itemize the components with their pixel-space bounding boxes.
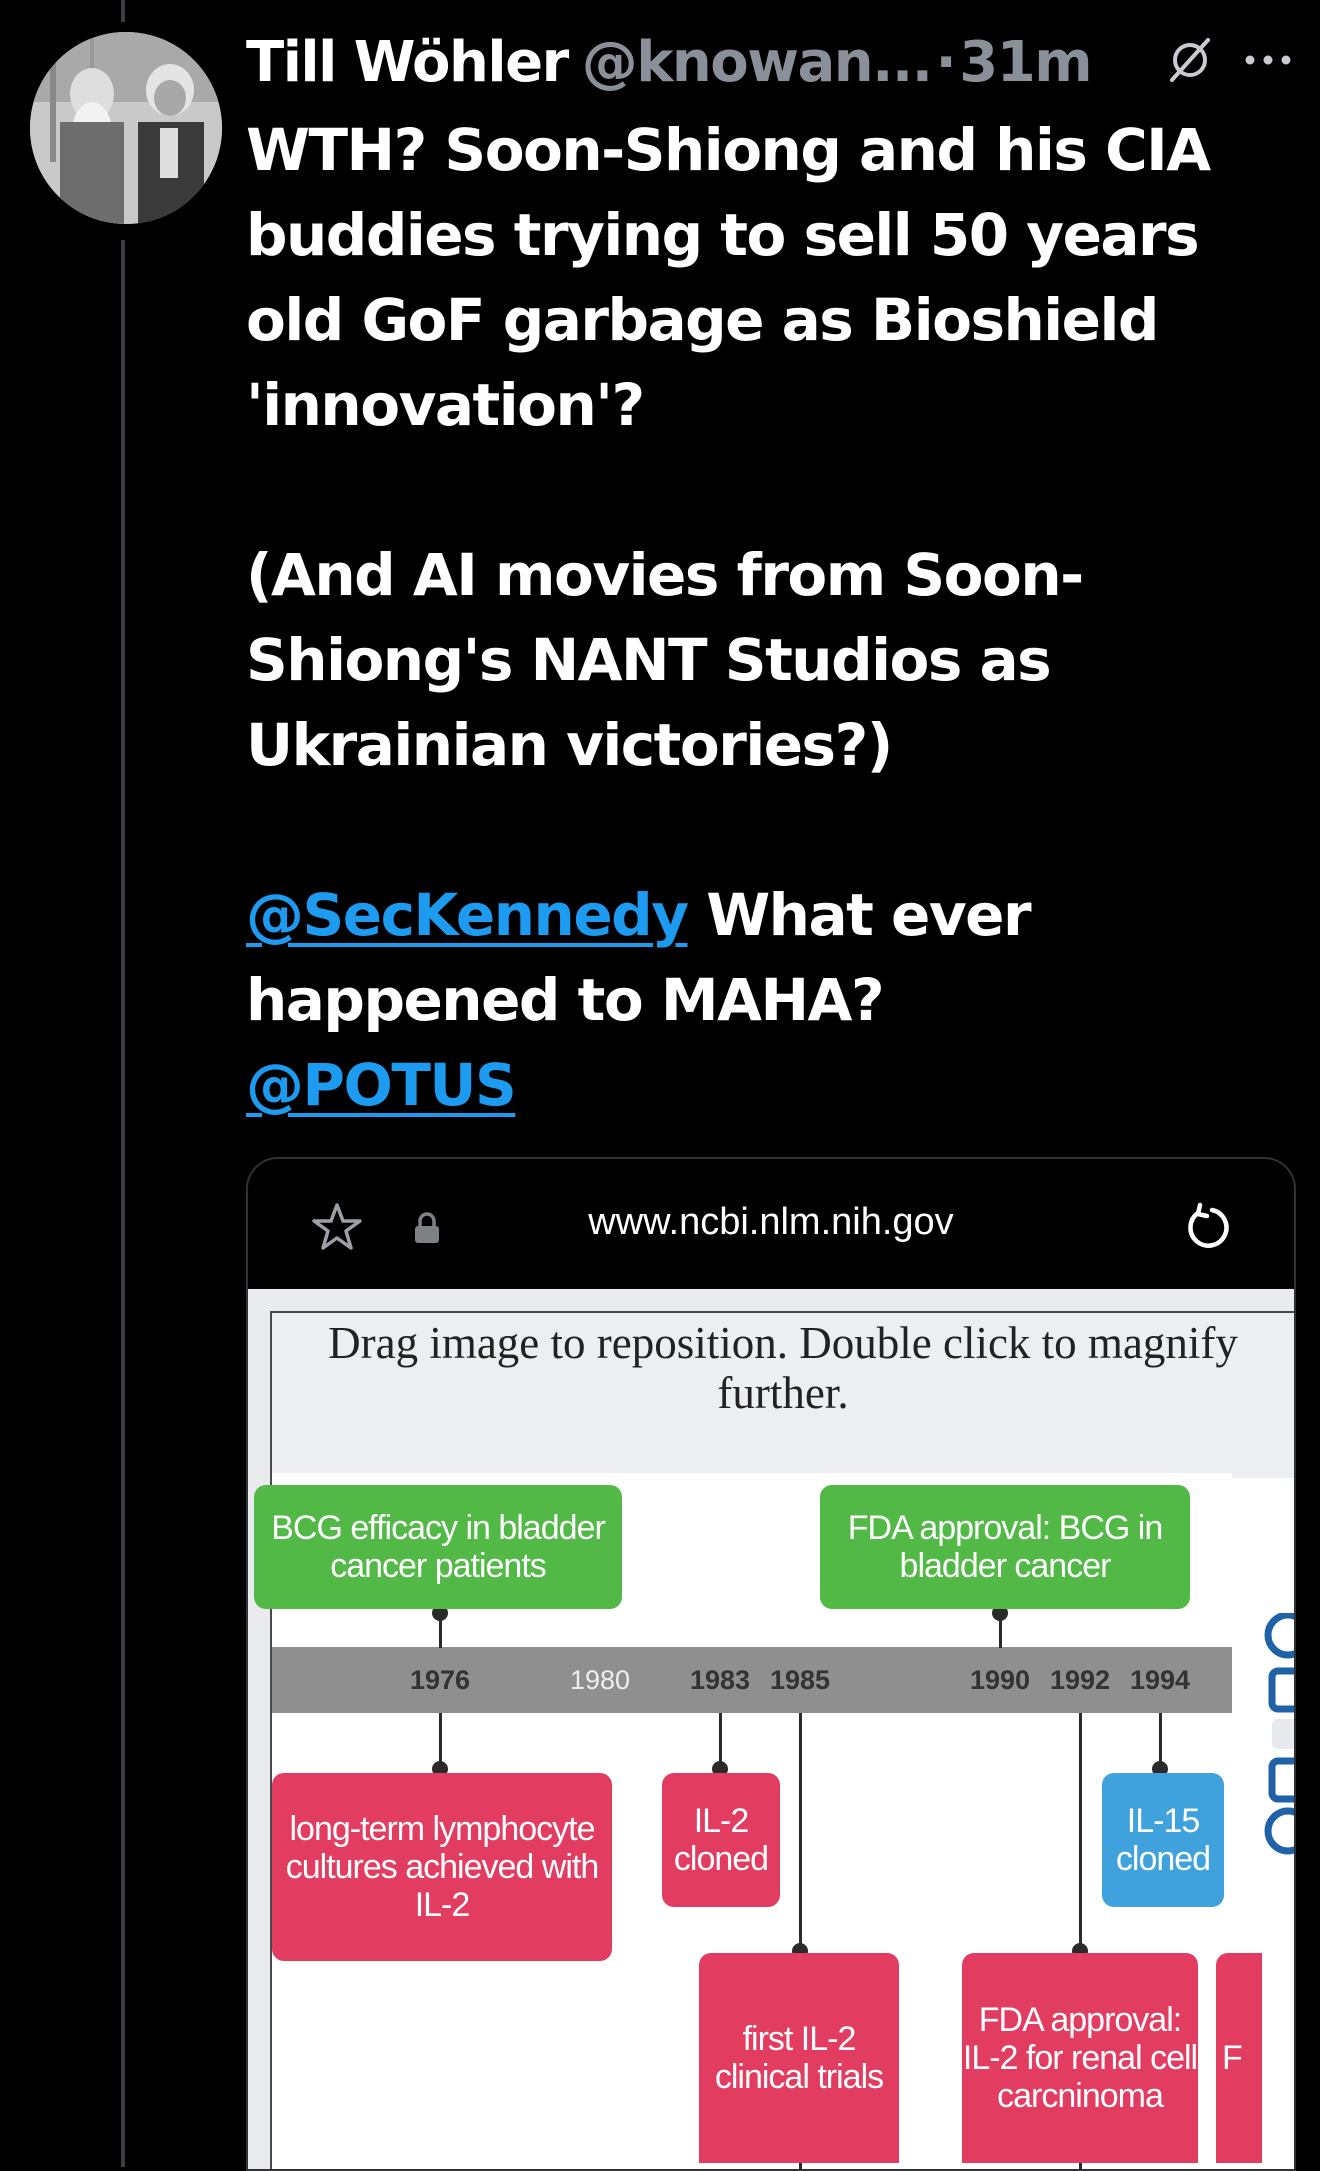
slashed-circle-icon[interactable]: [1164, 34, 1216, 86]
event-box-lymphocyte-cultures: long-term lymphocyte cultures achieved w…: [272, 1773, 612, 1961]
author-handle[interactable]: @knowan...: [582, 30, 933, 95]
event-box-il2-trials: first IL-2 clinical trials: [699, 1953, 899, 2163]
timestamp[interactable]: 31m: [959, 30, 1092, 95]
timeline-figure[interactable]: 1976 1980 1983 1985 1990 1992 1994 BCG e…: [254, 1473, 1262, 2169]
author-name[interactable]: Till Wöhler: [246, 30, 569, 95]
year-label: 1980: [569, 1665, 631, 1695]
year-label: 1992: [1049, 1665, 1111, 1695]
image-viewer[interactable]: Drag image to reposition. Double click t…: [254, 1311, 1296, 2169]
tweet-header: Till Wöhler @knowan... · 31m: [246, 22, 1300, 102]
event-box-bcg-efficacy: BCG efficacy in bladder cancer patients: [254, 1485, 622, 1609]
avatar[interactable]: [30, 32, 222, 224]
separator-dot: ·: [935, 29, 956, 95]
tweet-paragraph-3: @SecKennedy What ever happened to MAHA? …: [246, 873, 1296, 1128]
event-box-fda-il2: FDA approval: IL-2 for renal cell carcni…: [962, 1953, 1198, 2163]
web-page: Drag image to reposition. Double click t…: [248, 1289, 1294, 2169]
year-label: 1985: [769, 1665, 831, 1695]
tweet-paragraph-2: (And AI movies from Soon-Shiong's NANT S…: [246, 541, 1084, 779]
thread-line-top: [121, 0, 125, 22]
avatar-image: [30, 32, 222, 224]
year-label: 1976: [409, 1665, 471, 1695]
viewer-hint: Drag image to reposition. Double click t…: [272, 1313, 1294, 1478]
event-box-partial: F: [1216, 1953, 1262, 2163]
url-text[interactable]: www.ncbi.nlm.nih.gov: [248, 1201, 1294, 1244]
year-label: 1994: [1129, 1665, 1191, 1695]
mention-seckennedy[interactable]: @SecKennedy: [246, 881, 689, 949]
tweet-paragraph-1: WTH? Soon-Shiong and his CIA buddies try…: [246, 116, 1211, 439]
event-box-il15-cloned: IL-15 cloned: [1102, 1773, 1224, 1907]
event-box-il2-cloned: IL-2 cloned: [662, 1773, 780, 1907]
browser-address-bar: www.ncbi.nlm.nih.gov: [248, 1159, 1294, 1289]
tweet-body: WTH? Soon-Shiong and his CIA buddies try…: [246, 108, 1296, 1128]
event-box-fda-bcg: FDA approval: BCG in bladder cancer: [820, 1485, 1190, 1609]
year-label: 1983: [689, 1665, 751, 1695]
thread-line: [121, 240, 125, 2167]
year-label: 1990: [969, 1665, 1031, 1695]
mention-potus[interactable]: @POTUS: [246, 1051, 517, 1119]
reload-icon[interactable]: [1180, 1199, 1236, 1255]
more-dots-icon[interactable]: [1240, 40, 1296, 80]
tweet-media-screenshot[interactable]: www.ncbi.nlm.nih.gov Drag image to repos…: [246, 1157, 1296, 2171]
zoom-controls[interactable]: [1262, 1613, 1296, 2013]
